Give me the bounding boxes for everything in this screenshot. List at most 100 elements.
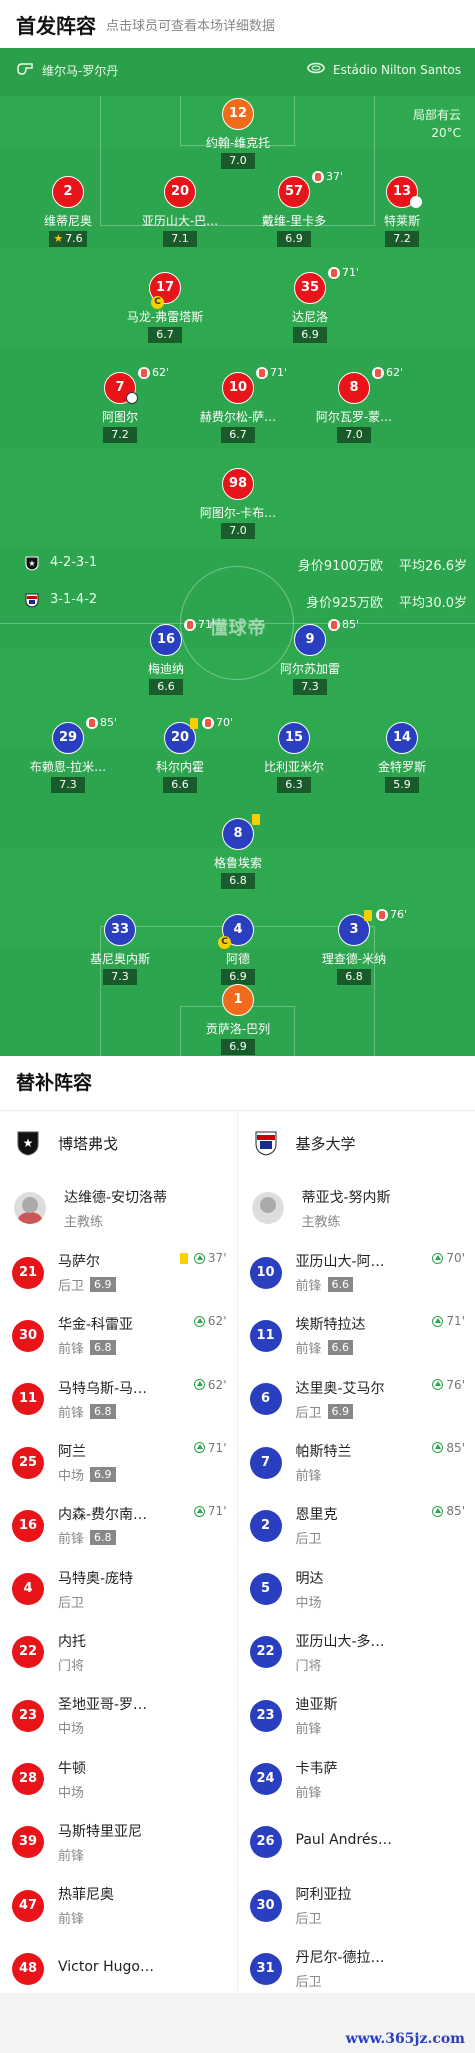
sub-player-row[interactable]: 39 马斯特里亚尼 前锋 xyxy=(0,1811,237,1874)
svg-text:★: ★ xyxy=(28,559,35,568)
sub-player-number: 26 xyxy=(249,1826,282,1859)
subs-section: ★ 博塔弗戈 达维德-安切洛蒂 主教练 21 马萨尔 后卫 6.9 37' 30 华金-科雷… xyxy=(0,1110,475,2043)
player-marker[interactable]: 33 基尼奥内斯 7.3 xyxy=(60,914,180,985)
away-coach[interactable]: 蒂亚戈-努内斯 主教练 xyxy=(238,1175,475,1241)
player-number: 16 xyxy=(150,624,182,656)
sub-player-row[interactable]: 11 马特乌斯-马… 前锋 6.8 62' xyxy=(0,1368,237,1431)
sub-player-row[interactable]: 30 华金-科雷亚 前锋 6.8 62' xyxy=(0,1304,237,1367)
sub-player-position: 后卫 xyxy=(58,1279,85,1295)
sub-on-indicator: 85' xyxy=(432,1441,465,1455)
sub-player-row[interactable]: 48 Victor Hugo … xyxy=(0,1937,237,2000)
sub-player-position: 前锋 xyxy=(58,1405,85,1421)
player-marker[interactable]: 20 70' 科尔内霍 6.6 xyxy=(120,716,240,793)
away-team-row[interactable]: 基多大学 xyxy=(238,1111,475,1175)
sub-player-row[interactable]: 31 丹尼尔-德拉… 后卫 xyxy=(238,1937,475,2000)
player-rating: 6.9 xyxy=(293,327,327,343)
yellow-card-icon xyxy=(179,1252,188,1264)
sub-player-row[interactable]: 30 阿利亚拉 后卫 xyxy=(238,1874,475,1937)
sub-player-row[interactable]: 22 亚历山大-多… 门将 xyxy=(238,1621,475,1684)
away-formation: 3-1-4-2 xyxy=(50,592,98,607)
sub-player-row[interactable]: 6 达里奥-艾马尔 后卫 6.9 76' xyxy=(238,1368,475,1431)
player-rating: 7.3 xyxy=(103,969,137,985)
player-marker[interactable]: 98 阿图尔-卡布… 7.0 xyxy=(178,468,298,539)
home-team-row[interactable]: ★ 博塔弗戈 xyxy=(0,1111,237,1175)
sub-player-name: Victor Hugo … xyxy=(58,1958,158,1975)
sub-player-row[interactable]: 22 内托 门将 xyxy=(0,1621,237,1684)
sub-player-name: 马斯特里亚尼 xyxy=(58,1823,142,1840)
away-team-name: 基多大学 xyxy=(295,1134,356,1153)
player-rating: 5.9 xyxy=(385,777,419,793)
player-marker[interactable]: 2 维蒂尼奥 ★ 7.6 xyxy=(8,176,128,247)
player-marker[interactable]: 20 亚历山大-巴… 7.1 xyxy=(120,176,240,247)
sub-on-indicator: 85' xyxy=(432,1504,465,1518)
player-marker[interactable]: 3 76' 理查德-米纳 6.8 xyxy=(294,908,414,985)
player-marker[interactable]: 15 比利亚米尔 6.3 xyxy=(234,722,354,793)
yellow-card-icon xyxy=(364,910,372,921)
player-name: 贡萨洛-巴列 xyxy=(205,1022,271,1035)
sub-off-indicator: 37' xyxy=(312,170,343,183)
player-number: 20 xyxy=(164,176,196,208)
sub-player-rating: 6.6 xyxy=(327,1340,354,1356)
player-marker[interactable]: 14 金特罗斯 5.9 xyxy=(342,722,462,793)
sub-player-position: 前锋 xyxy=(295,1342,322,1358)
player-name: 阿尔瓦罗-蒙… xyxy=(315,410,393,423)
sub-player-row[interactable]: 24 卡韦萨 前锋 xyxy=(238,1747,475,1810)
subs-title: 替补阵容 xyxy=(0,1056,475,1110)
sub-player-row[interactable]: 16 内森-费尔南… 前锋 6.8 71' xyxy=(0,1494,237,1557)
player-number: 2 xyxy=(52,176,84,208)
player-marker[interactable]: 8 62' 阿尔瓦罗-蒙… 7.0 xyxy=(294,366,414,443)
sub-player-number: 23 xyxy=(249,1699,282,1732)
player-marker[interactable]: 1 贡萨洛-巴列 6.9 xyxy=(178,984,298,1055)
lineup-header: 首发阵容 点击球员可查看本场详细数据 xyxy=(0,0,475,48)
sub-player-name: 阿利亚拉 xyxy=(295,1887,352,1904)
player-marker[interactable]: 13 特莱斯 7.2 xyxy=(342,176,462,247)
sub-player-row[interactable]: 2 恩里克 后卫 85' xyxy=(238,1494,475,1557)
player-rating: ★ 7.6 xyxy=(49,231,87,247)
player-marker[interactable]: 12 约翰-维克托 7.0 xyxy=(178,98,298,169)
player-marker[interactable]: 7 62' 阿图尔 7.2 xyxy=(60,366,180,443)
sub-on-icon xyxy=(432,1252,444,1264)
sub-on-icon xyxy=(432,1379,444,1391)
pitch: 懂球帝 维尔马-罗尔丹 Estádio Nilton Santos 局部有云 2… xyxy=(0,48,475,1056)
sub-player-row[interactable]: 26 Paul Andrés … xyxy=(238,1811,475,1874)
player-name: 基尼奥内斯 xyxy=(89,952,150,965)
sub-player-position: 后卫 xyxy=(295,1912,322,1928)
home-subs-column: ★ 博塔弗戈 达维德-安切洛蒂 主教练 21 马萨尔 后卫 6.9 37' 30 华金-科雷… xyxy=(0,1111,238,2001)
player-marker[interactable]: 4 C 阿德 6.9 xyxy=(178,914,298,985)
sub-player-row[interactable]: 10 亚历山大-阿… 前锋 6.6 70' xyxy=(238,1241,475,1304)
sub-player-rating: 6.8 xyxy=(90,1530,116,1546)
sub-player-row[interactable]: 11 埃斯特拉达 前锋 6.6 71' xyxy=(238,1304,475,1367)
sub-player-position: 前锋 xyxy=(58,1912,85,1928)
sub-player-position: 后卫 xyxy=(58,1595,85,1611)
player-marker[interactable]: 29 85' 布赖恩-拉米… 7.3 xyxy=(8,716,128,793)
sub-player-row[interactable]: 23 圣地亚哥-罗… 中场 xyxy=(0,1684,237,1747)
player-marker[interactable]: 16 71' 梅迪纳 6.6 xyxy=(106,618,226,695)
player-name: 马龙-弗雷塔斯 xyxy=(126,310,204,323)
sub-player-row[interactable]: 21 马萨尔 后卫 6.9 37' xyxy=(0,1241,237,1304)
coach-role: 主教练 xyxy=(64,1214,104,1230)
player-marker[interactable]: 9 85' 阿尔苏加雷 7.3 xyxy=(250,618,370,695)
player-name: 金特罗斯 xyxy=(377,760,426,773)
sub-player-number: 22 xyxy=(249,1636,282,1669)
player-marker[interactable]: 35 71' 达尼洛 6.9 xyxy=(250,266,370,343)
sub-player-row[interactable]: 5 明达 中场 xyxy=(238,1557,475,1620)
sub-player-position: 门将 xyxy=(58,1658,85,1674)
home-age: 平均26.6岁 xyxy=(399,559,467,574)
player-rating: 6.6 xyxy=(163,777,197,793)
player-marker[interactable]: 10 71' 赫费尔松-萨… 6.7 xyxy=(178,366,298,443)
sub-player-row[interactable]: 47 热菲尼奥 前锋 xyxy=(0,1874,237,1937)
sub-player-row[interactable]: 4 马特奥-庞特 后卫 xyxy=(0,1557,237,1620)
sub-player-row[interactable]: 23 迪亚斯 前锋 xyxy=(238,1684,475,1747)
player-marker[interactable]: 57 37' 戴维-里卡多 6.9 xyxy=(234,170,354,247)
sub-player-row[interactable]: 25 阿兰 中场 6.9 71' xyxy=(0,1431,237,1494)
sub-player-row[interactable]: 28 牛顿 中场 xyxy=(0,1747,237,1810)
sub-player-row[interactable]: 7 帕斯特兰 前锋 85' xyxy=(238,1431,475,1494)
sub-icon xyxy=(86,716,98,729)
player-rating: 6.7 xyxy=(148,327,182,343)
sub-player-position: 前锋 xyxy=(295,1722,322,1738)
home-coach[interactable]: 达维德-安切洛蒂 主教练 xyxy=(0,1175,237,1241)
player-rating: 6.9 xyxy=(277,231,311,247)
player-marker[interactable]: 8 格鲁埃索 6.8 xyxy=(178,814,298,889)
sub-player-position: 中场 xyxy=(58,1469,85,1485)
player-marker[interactable]: 17 C 马龙-弗雷塔斯 6.7 xyxy=(105,272,225,343)
